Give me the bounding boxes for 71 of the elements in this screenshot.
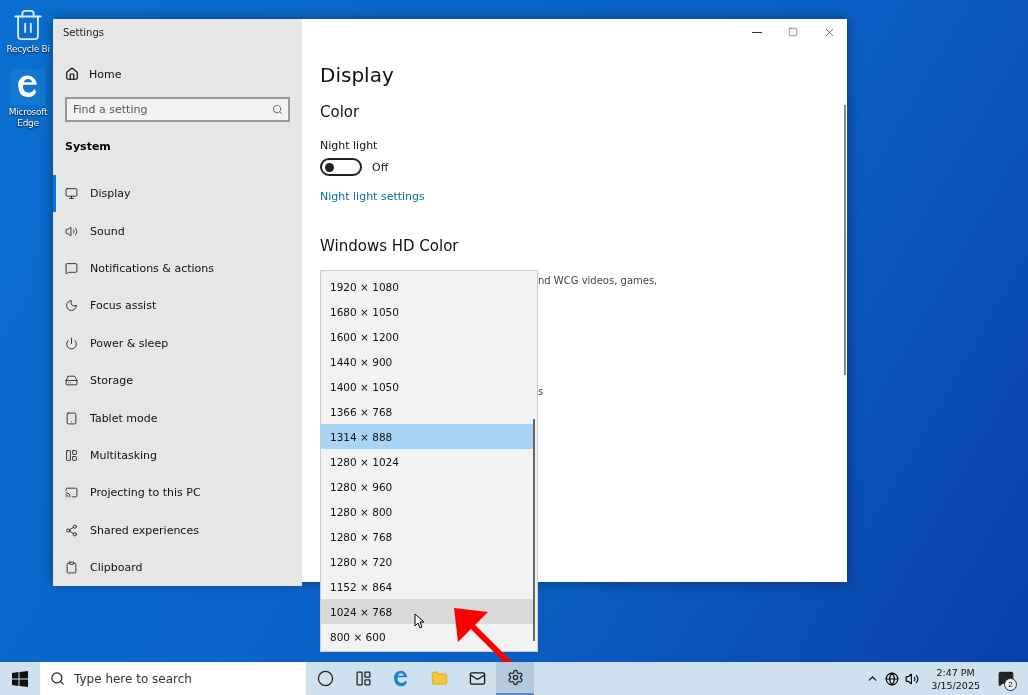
moon-icon [65, 299, 78, 313]
resolution-option[interactable]: 1680 × 1050 [321, 299, 535, 324]
message-icon [65, 261, 78, 275]
desktop-icon-label: Microsoft Edge [7, 107, 49, 129]
layout-icon [65, 448, 78, 462]
windows-logo-icon [12, 670, 28, 687]
gear-icon [506, 669, 524, 686]
sidebar-item[interactable]: Storage [53, 361, 302, 400]
tablet-icon [65, 411, 78, 425]
cast-icon [65, 486, 78, 500]
resolution-option[interactable]: 1280 × 800 [321, 499, 535, 524]
sidebar-item[interactable]: Display [53, 175, 302, 213]
sidebar-item[interactable]: Focus assist [53, 287, 302, 325]
resolution-option[interactable]: 1280 × 960 [321, 474, 535, 499]
window-title: Settings [62, 26, 105, 40]
recycle-bin-icon[interactable] [11, 8, 45, 42]
section-title: System [64, 139, 112, 155]
description-text: nd WCG videos, games, [538, 275, 659, 286]
resolution-option[interactable]: 1314 × 888 [321, 424, 535, 449]
sidebar-item[interactable]: Clipboard [53, 548, 302, 587]
section-heading: Windows HD Color [320, 237, 460, 255]
sidebar-item[interactable]: Sound [53, 212, 302, 250]
search-icon [272, 104, 283, 115]
sidebar-item[interactable]: Tablet mode [53, 399, 302, 437]
power-icon [65, 336, 78, 350]
setting-label: Night light [320, 139, 379, 152]
taskbar-search-field[interactable]: Type here to search [40, 662, 306, 695]
minimize-icon [752, 31, 762, 33]
resolution-option[interactable]: 1366 × 768 [321, 399, 535, 424]
sidebar-item[interactable]: Multitasking [53, 436, 302, 475]
resolution-option[interactable]: 800 × 600 [321, 624, 535, 649]
night-light-toggle[interactable] [320, 158, 362, 176]
sidebar-item[interactable]: Shared experiences [53, 511, 302, 549]
toggle-state: Off [372, 160, 389, 174]
mail-icon [468, 670, 486, 687]
drive-icon [65, 374, 78, 388]
resolution-option[interactable]: 1280 × 720 [321, 549, 535, 574]
resolution-option[interactable]: 1152 × 864 [321, 574, 535, 599]
resolution-option[interactable]: 1280 × 768 [321, 524, 535, 549]
speaker-icon [65, 224, 78, 238]
sidebar-item[interactable]: Power & sleep [53, 324, 302, 362]
monitor-icon [65, 187, 78, 201]
section-heading: Color [320, 103, 361, 121]
folder-icon [430, 670, 448, 687]
sidebar-item[interactable]: Projecting to this PC [53, 474, 302, 512]
home-link[interactable]: Home [53, 55, 302, 93]
resolution-option[interactable]: 1280 × 1024 [321, 449, 535, 474]
clock[interactable]: 2:47 PM 3/15/2025 [925, 665, 986, 692]
circle-icon [316, 670, 334, 687]
home-icon [65, 67, 79, 81]
sidebar-item[interactable]: Notifications & actions [53, 249, 302, 288]
search-icon [50, 671, 65, 686]
description-text: s [538, 386, 545, 397]
night-light-settings-link[interactable]: Night light settings [320, 190, 847, 203]
resolution-option[interactable]: 1440 × 900 [321, 349, 535, 374]
resolution-option[interactable]: 1400 × 1050 [321, 374, 535, 399]
task-view-icon [354, 670, 372, 687]
desktop-icon-label: Recycle Bi [6, 44, 50, 55]
search-field[interactable]: Find a setting [65, 97, 290, 122]
share-icon [65, 523, 78, 537]
globe-icon[interactable] [885, 671, 900, 686]
mouse-cursor-icon [414, 613, 425, 629]
speaker-icon[interactable] [905, 671, 920, 686]
page-title: Display [320, 63, 395, 87]
resolution-option[interactable]: 1600 × 1200 [321, 324, 535, 349]
maximize-icon [788, 27, 798, 37]
resolution-option[interactable]: 1920 × 1080 [321, 274, 535, 299]
taskbar-button[interactable] [496, 662, 534, 695]
edge-shortcut-icon[interactable] [10, 69, 46, 105]
clipboard-icon [65, 561, 78, 575]
notification-button[interactable]: 2 [992, 663, 1020, 694]
